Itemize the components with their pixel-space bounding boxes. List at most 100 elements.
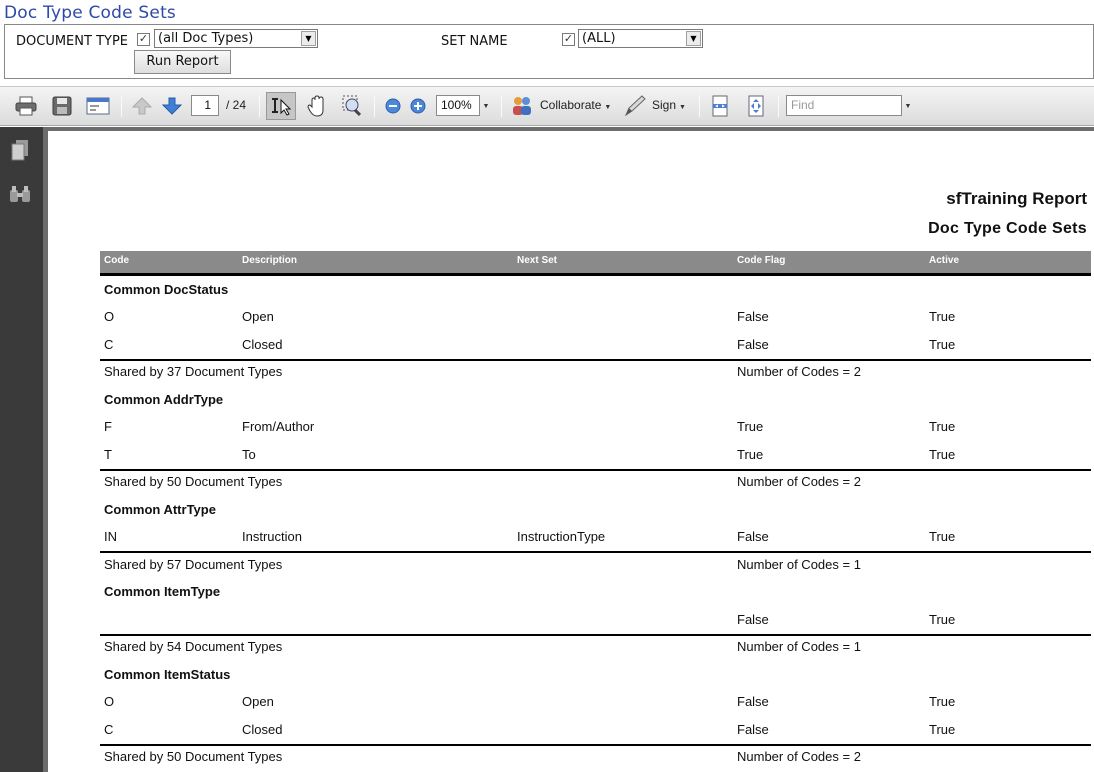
fit-width-icon[interactable] — [707, 94, 733, 118]
cell-description: Open — [242, 309, 274, 324]
group-footer-count: Number of Codes = 1 — [737, 557, 861, 572]
cell-next-set: InstructionType — [517, 529, 606, 544]
attachments-icon[interactable] — [9, 183, 31, 205]
cell-code: T — [104, 447, 112, 462]
collaborate-button[interactable]: Collaborate ▼ — [540, 98, 611, 112]
run-report-button[interactable]: Run Report — [134, 50, 231, 74]
cell-code: O — [104, 309, 115, 324]
group-footer-shared: Shared by 50 Document Types — [104, 474, 283, 489]
group-footer-count: Number of Codes = 2 — [737, 364, 861, 379]
navigation-rail — [0, 127, 43, 772]
cell-description: Open — [242, 694, 274, 709]
set-name-checkbox[interactable]: ✓ — [562, 33, 575, 46]
save-icon[interactable] — [48, 94, 76, 118]
cell-description: To — [242, 447, 256, 462]
print-icon[interactable] — [12, 94, 40, 118]
cell-description: Instruction — [242, 529, 302, 544]
find-dropdown-icon[interactable]: ▼ — [902, 94, 914, 118]
group-heading: Common AttrType — [104, 502, 216, 517]
page-total: / 24 — [226, 98, 247, 112]
page-number-input[interactable]: 1 — [191, 95, 219, 116]
column-header-code-flag: Code Flag — [737, 255, 786, 266]
cell-code: C — [104, 337, 114, 352]
marquee-zoom-icon[interactable] — [340, 94, 366, 118]
zoom-in-icon[interactable] — [407, 94, 429, 118]
toolbar-separator — [121, 95, 122, 117]
document-type-select[interactable]: (all Doc Types) ▼ — [154, 29, 318, 48]
pdf-toolbar: 1 / 24 100% ▼ Collaborate ▼ Sign ▼ Find … — [0, 86, 1094, 126]
find-input[interactable]: Find — [786, 95, 902, 116]
group-footer-count: Number of Codes = 2 — [737, 474, 861, 489]
set-name-value: (ALL) — [582, 31, 616, 46]
group-footer-shared: Shared by 54 Document Types — [104, 639, 283, 654]
caret-down-icon: ▼ — [679, 104, 686, 111]
chevron-down-icon[interactable]: ▼ — [686, 31, 701, 46]
cell-active: True — [929, 694, 956, 709]
sign-button[interactable]: Sign ▼ — [652, 98, 686, 112]
toolbar-separator — [501, 95, 502, 117]
page-title: Doc Type Code Sets — [4, 3, 176, 23]
cell-code-flag: False — [737, 612, 769, 627]
document-type-value: (all Doc Types) — [158, 31, 254, 46]
cell-active: True — [929, 419, 956, 434]
column-header-description: Description — [242, 255, 298, 266]
hand-tool-icon[interactable] — [304, 94, 330, 118]
next-page-icon[interactable] — [159, 94, 185, 118]
group-divider — [100, 744, 1091, 746]
group-footer-shared: Shared by 37 Document Types — [104, 364, 283, 379]
table-header: Code Description Next Set Code Flag Acti… — [100, 251, 1091, 276]
cell-code: O — [104, 694, 115, 709]
group-divider — [100, 359, 1091, 361]
fit-page-icon[interactable] — [743, 94, 769, 118]
report-page: sfTraining Report Doc Type Code Sets Cod… — [48, 131, 1094, 772]
app-window: Doc Type Code Sets DOCUMENT TYPE ✓ (all … — [0, 0, 1094, 772]
select-tool-icon[interactable] — [266, 92, 296, 120]
cell-active: True — [929, 722, 956, 737]
column-header-active: Active — [929, 255, 960, 266]
cell-code-flag: True — [737, 447, 764, 462]
document-type-label: DOCUMENT TYPE — [16, 34, 128, 49]
cell-code-flag: False — [737, 694, 769, 709]
sign-icon[interactable] — [621, 94, 649, 118]
toolbar-separator — [259, 95, 260, 117]
report-subtitle: Doc Type Code Sets — [928, 220, 1087, 237]
cell-code-flag: True — [737, 419, 764, 434]
cell-code-flag: False — [737, 722, 769, 737]
document-type-checkbox[interactable]: ✓ — [137, 33, 150, 46]
caret-down-icon: ▼ — [604, 104, 612, 111]
group-heading: Common ItemType — [104, 584, 221, 599]
cell-active: True — [929, 309, 956, 324]
group-footer-shared: Shared by 50 Document Types — [104, 749, 283, 764]
cell-code: IN — [104, 529, 117, 544]
column-header-next-set: Next Set — [517, 255, 558, 266]
cell-active: True — [929, 612, 956, 627]
chevron-down-icon[interactable]: ▼ — [301, 31, 316, 46]
pages-icon[interactable] — [9, 139, 31, 161]
report-parameters: DOCUMENT TYPE ✓ (all Doc Types) ▼ SET NA… — [4, 24, 1094, 79]
toolbar-separator — [778, 95, 779, 117]
group-divider — [100, 551, 1091, 553]
group-heading: Common ItemStatus — [104, 667, 231, 682]
group-divider — [100, 469, 1091, 471]
zoom-input[interactable]: 100% — [436, 95, 480, 116]
collaborate-label: Collaborate — [540, 98, 602, 112]
cell-active: True — [929, 529, 956, 544]
cell-code-flag: False — [737, 337, 769, 352]
toolbar-separator — [374, 95, 375, 117]
set-name-select[interactable]: (ALL) ▼ — [578, 29, 703, 48]
zoom-dropdown-icon[interactable]: ▼ — [480, 94, 492, 118]
prev-page-icon[interactable] — [129, 94, 155, 118]
cell-code-flag: False — [737, 309, 769, 324]
cell-description: From/Author — [242, 419, 315, 434]
toolbar-separator — [699, 95, 700, 117]
cell-code: C — [104, 722, 114, 737]
cell-code: F — [104, 419, 112, 434]
cell-description: Closed — [242, 722, 283, 737]
email-icon[interactable] — [84, 94, 112, 118]
set-name-label: SET NAME — [441, 34, 508, 49]
group-footer-shared: Shared by 57 Document Types — [104, 557, 283, 572]
cell-code-flag: False — [737, 529, 769, 544]
group-footer-count: Number of Codes = 1 — [737, 639, 861, 654]
collaborate-icon[interactable] — [509, 94, 535, 118]
zoom-out-icon[interactable] — [382, 94, 404, 118]
